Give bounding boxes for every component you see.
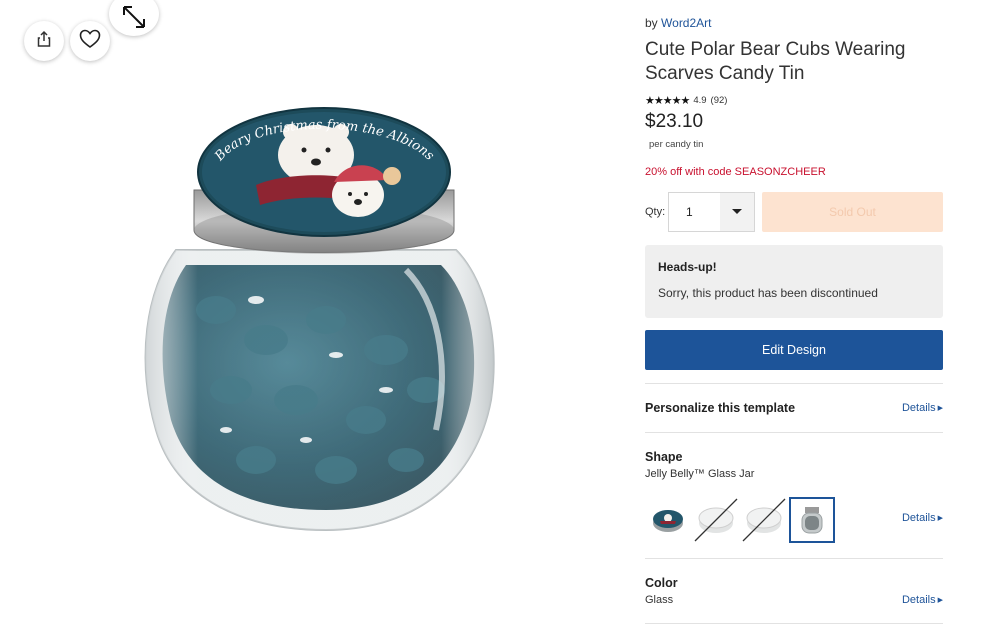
product-price: $23.10 <box>645 111 704 132</box>
product-rating[interactable]: ★★★★★ 4.9 (92) <box>645 94 727 107</box>
expand-image-button[interactable] <box>109 0 159 36</box>
divider <box>645 623 943 624</box>
shape-options <box>645 497 835 543</box>
quantity-select[interactable]: 1 <box>668 192 755 232</box>
share-icon <box>35 30 53 53</box>
sold-out-button[interactable]: Sold Out <box>762 192 943 232</box>
color-details-link[interactable]: Details ▶ <box>902 594 943 606</box>
personalize-details-link[interactable]: Details ▶ <box>902 402 943 414</box>
rating-value: 4.9 <box>693 95 707 106</box>
shape-value: Jelly Belly™ Glass Jar <box>645 468 755 480</box>
price-unit: per candy tin <box>649 139 704 150</box>
rating-count: (92) <box>710 95 728 106</box>
divider <box>645 432 943 433</box>
product-title: Cute Polar Bear Cubs Wearing Scarves Can… <box>645 39 906 84</box>
seller-line: by Word2Art <box>645 16 712 30</box>
color-title: Color <box>645 576 678 590</box>
shape-details-link[interactable]: Details ▶ <box>902 512 943 524</box>
personalize-title: Personalize this template <box>645 401 796 415</box>
alert-title: Heads-up! <box>658 260 717 274</box>
expand-icon <box>121 4 147 35</box>
edit-design-button[interactable]: Edit Design <box>645 330 943 370</box>
quantity-value: 1 <box>686 205 693 219</box>
share-button[interactable] <box>24 21 64 61</box>
caret-down-icon <box>720 193 754 231</box>
triangle-right-icon: ▶ <box>937 405 943 412</box>
alert-message: Sorry, this product has been discontinue… <box>658 286 878 300</box>
divider <box>645 558 943 559</box>
favorite-button[interactable] <box>70 21 110 61</box>
heart-icon <box>79 29 101 54</box>
shape-option-unavailable-2[interactable] <box>741 497 787 543</box>
rating-stars-icon: ★★★★★ <box>645 95 690 107</box>
color-value: Glass <box>645 594 674 606</box>
divider <box>645 383 943 384</box>
promo-code: 20% off with code SEASONZCHEER <box>645 166 826 178</box>
quantity-label: Qty: <box>645 206 666 218</box>
shape-option-glass-jar[interactable] <box>789 497 835 543</box>
shape-option-unavailable-1[interactable] <box>693 497 739 543</box>
triangle-right-icon: ▶ <box>937 515 943 522</box>
product-image[interactable]: Beary Christmas from the Albions <box>136 100 500 536</box>
seller-link[interactable]: Word2Art <box>661 16 711 30</box>
shape-title: Shape <box>645 450 683 464</box>
discontinued-alert: Heads-up! Sorry, this product has been d… <box>645 245 943 318</box>
shape-option-tin[interactable] <box>645 497 691 543</box>
triangle-right-icon: ▶ <box>937 597 943 604</box>
